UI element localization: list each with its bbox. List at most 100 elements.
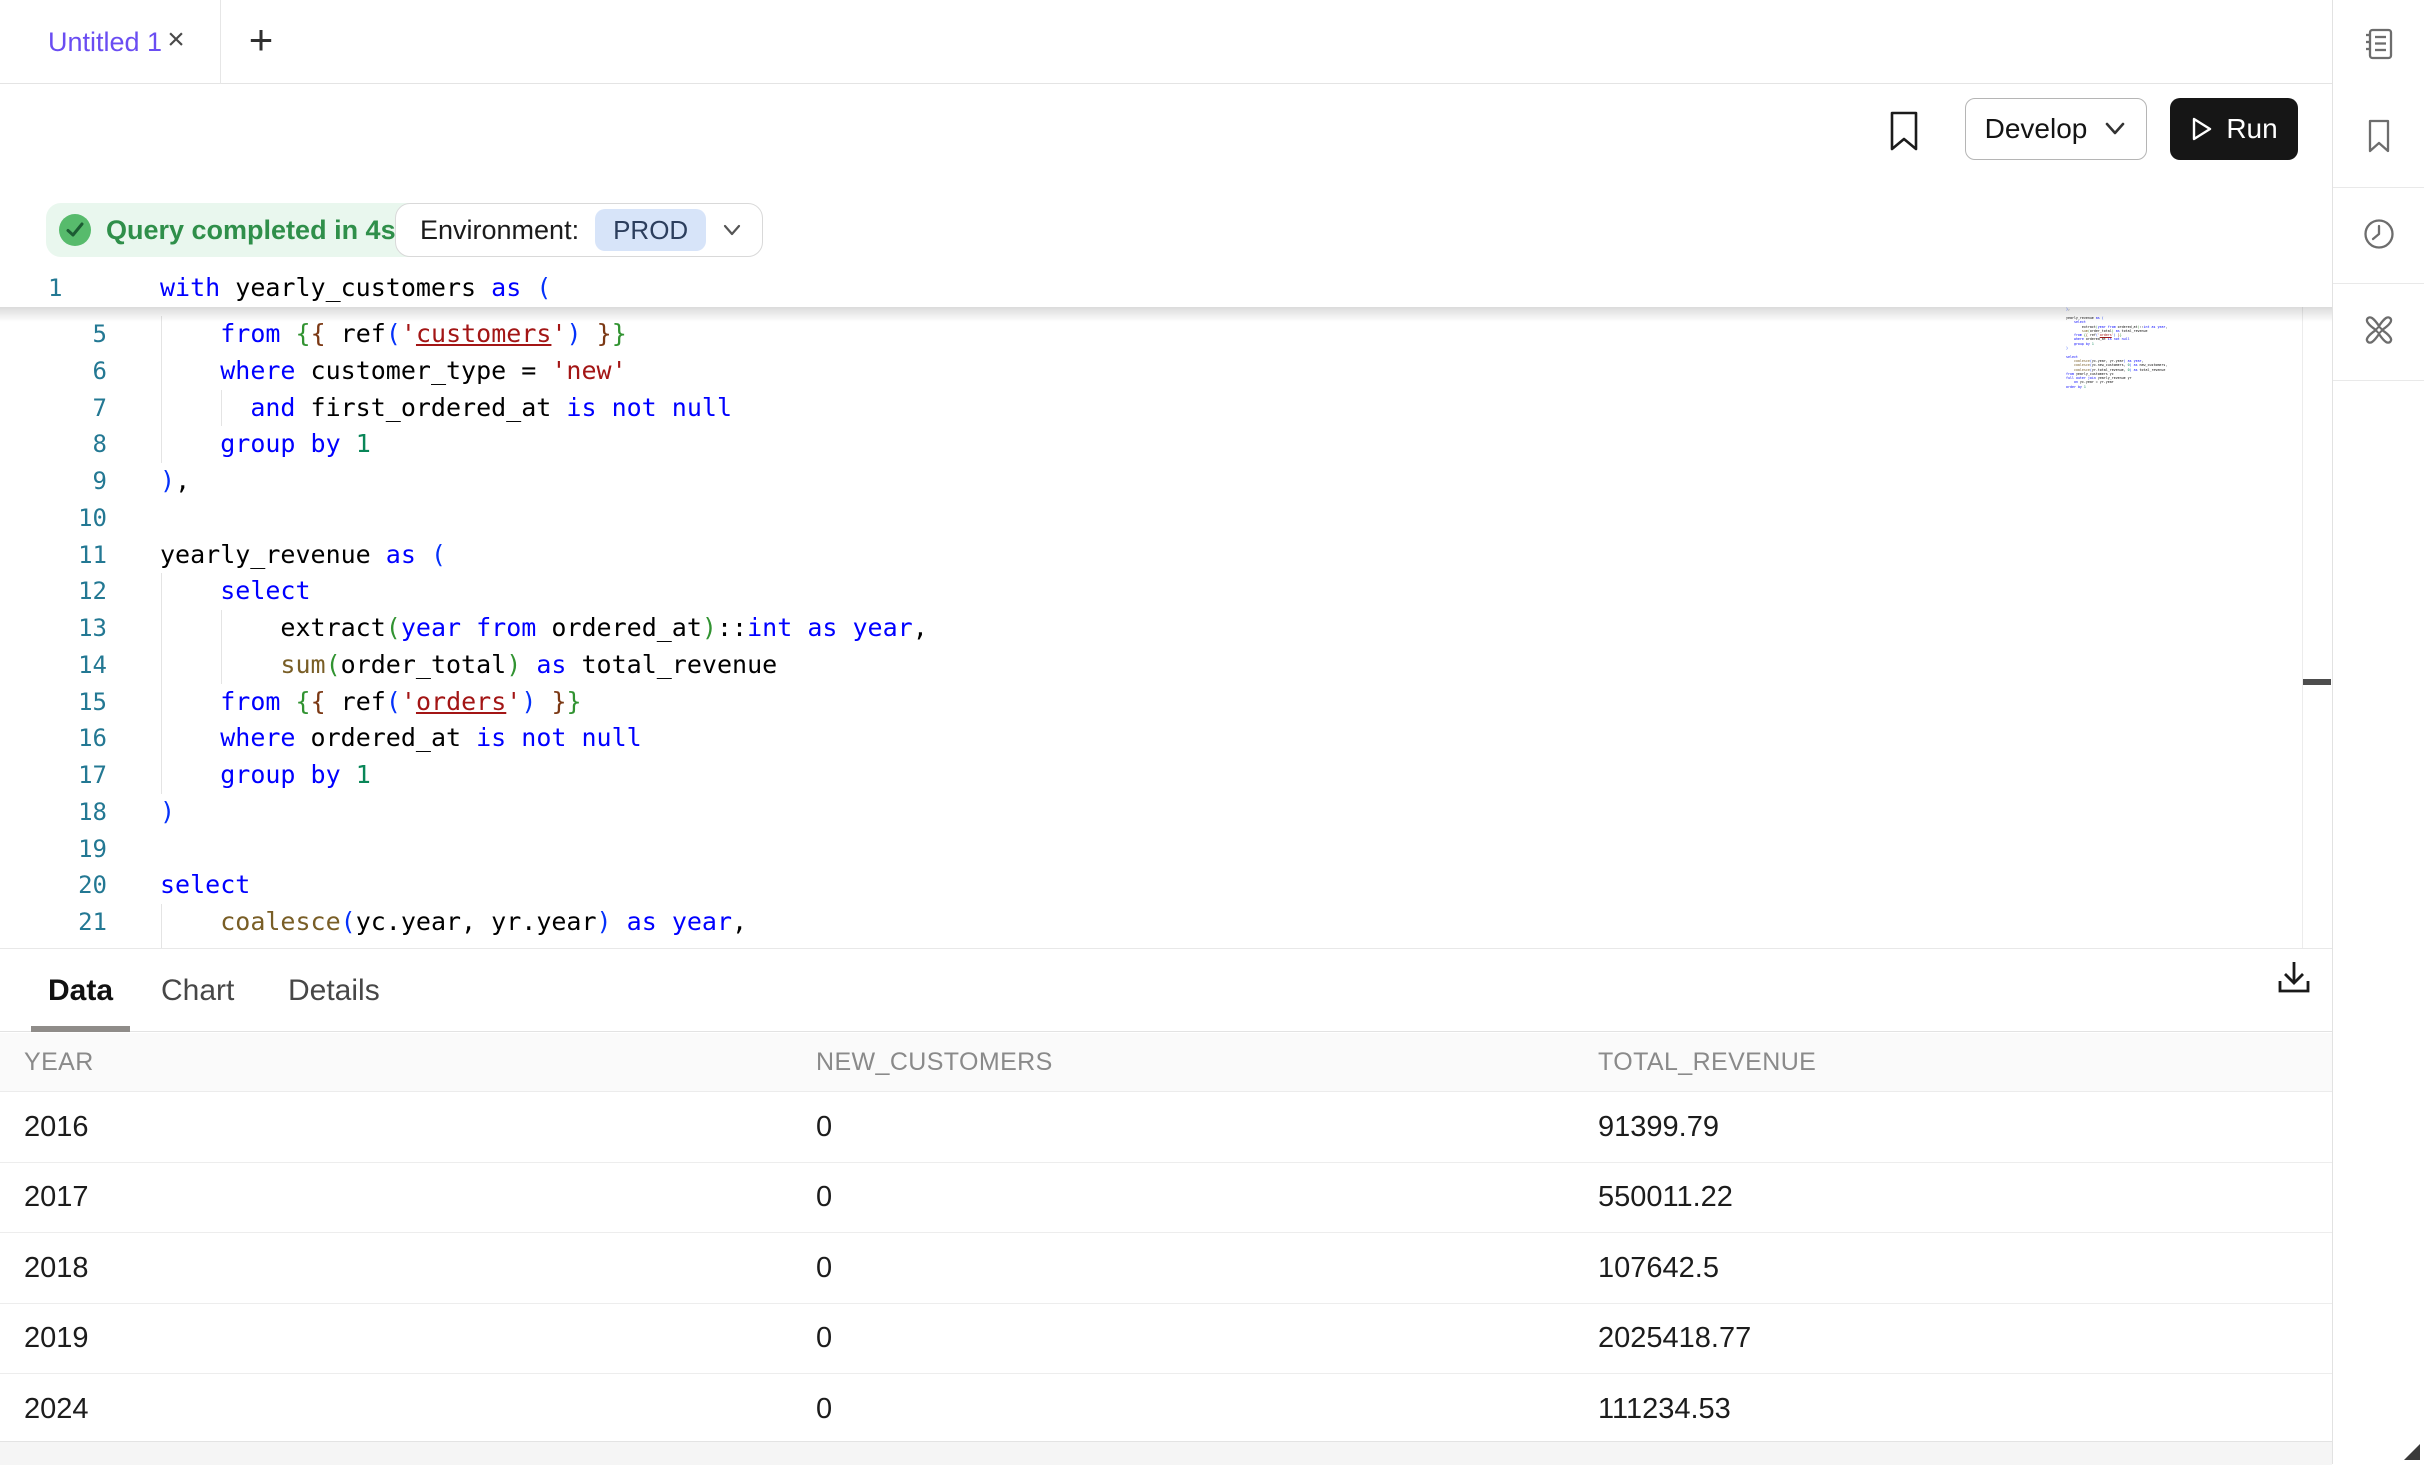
code-line-9: 9), <box>0 463 2332 500</box>
minimap-line: order by 1 <box>2066 385 2206 389</box>
horizontal-scrollbar-track[interactable] <box>0 1441 2332 1465</box>
code-line-21: 21 coalesce(yc.year, yr.year) as year, <box>0 904 2332 941</box>
code-token: from <box>220 687 280 716</box>
code-line-18: 18) <box>0 794 2332 831</box>
code-token <box>506 723 521 752</box>
code-token: int <box>747 613 792 642</box>
line-number: 16 <box>0 720 107 757</box>
code-token: customers <box>416 319 551 348</box>
develop-button[interactable]: Develop <box>1965 98 2147 160</box>
code-token: ' <box>401 319 416 348</box>
code-token: order <box>2066 385 2076 389</box>
table-row-2016[interactable]: 2016091399.79 <box>0 1092 2332 1163</box>
tab-untitled-1[interactable]: Untitled 1 × <box>0 0 221 84</box>
download-button[interactable] <box>2272 957 2324 1009</box>
code-token: from <box>220 319 280 348</box>
bookmark-button[interactable] <box>1884 109 1924 153</box>
code-editor[interactable]: 5 from {{ ref('customers') }}6 where cus… <box>0 270 2332 948</box>
cell: 0 <box>816 1233 832 1304</box>
cell: 0 <box>816 1304 832 1375</box>
history-icon[interactable] <box>2361 216 2397 252</box>
code-token: null <box>582 723 642 752</box>
check-circle-icon <box>58 213 92 247</box>
code-token <box>160 356 220 385</box>
develop-label: Develop <box>1985 113 2088 145</box>
code-token: } <box>612 319 627 348</box>
divider <box>2333 380 2424 381</box>
code-token <box>837 613 852 642</box>
logo-x-icon[interactable] <box>2361 312 2397 348</box>
table-row-2018[interactable]: 20180107642.5 <box>0 1233 2332 1304</box>
code-token: 1 <box>2092 342 2094 346</box>
bookmark-icon[interactable] <box>2361 118 2397 154</box>
code-token: first_ordered_at <box>295 393 566 422</box>
run-button[interactable]: Run <box>2170 98 2298 160</box>
code-line-7: 7 and first_ordered_at is not null <box>0 390 2332 427</box>
table-row-2024[interactable]: 20240111234.53 <box>0 1374 2332 1445</box>
code-token: ) <box>160 797 175 826</box>
code-token <box>160 429 220 458</box>
cell: 111234.53 <box>1598 1374 1731 1445</box>
code-token <box>536 687 551 716</box>
column-header-new_customers[interactable]: NEW_CUSTOMERS <box>816 1033 1053 1092</box>
line-number: 1 <box>48 270 108 307</box>
column-header-year[interactable]: YEAR <box>24 1033 94 1092</box>
line-number: 10 <box>0 500 107 537</box>
code-token: , <box>913 613 928 642</box>
query-status-badge: Query completed in 4s <box>46 203 424 257</box>
code-token: group <box>220 429 295 458</box>
code-token: not <box>612 393 657 422</box>
environment-label: Environment: <box>420 215 579 246</box>
code-token: ) <box>702 613 717 642</box>
code-token <box>160 576 220 605</box>
sticky-scroll-line[interactable]: 1with yearly_customers as ( <box>0 270 2332 307</box>
line-number: 9 <box>0 463 107 500</box>
close-icon[interactable]: × <box>158 22 194 58</box>
code-token <box>160 723 220 752</box>
environment-select[interactable]: Environment: PROD <box>395 203 763 257</box>
code-token: ' <box>506 687 521 716</box>
code-token: customer_type = <box>295 356 551 385</box>
column-header-total_revenue[interactable]: TOTAL_REVENUE <box>1598 1033 1816 1092</box>
code-token: total_revenue <box>2138 368 2166 372</box>
new-tab-button[interactable]: + <box>236 16 286 66</box>
play-icon <box>2190 116 2214 142</box>
cell: 107642.5 <box>1598 1233 1719 1304</box>
code-token: by <box>311 760 341 789</box>
code-token: select <box>160 870 250 899</box>
code-token: ' <box>551 319 566 348</box>
code-token: ) <box>506 650 521 679</box>
results-tab-data[interactable]: Data <box>48 949 113 1032</box>
code-token: ) <box>567 319 582 348</box>
cell: 2019 <box>24 1304 89 1375</box>
code-token: ( <box>536 273 551 302</box>
table-row-2017[interactable]: 20170550011.22 <box>0 1163 2332 1234</box>
table-row-2019[interactable]: 201902025418.77 <box>0 1304 2332 1375</box>
code-token: ' <box>401 687 416 716</box>
code-token: ) <box>521 687 536 716</box>
code-token: ref <box>326 319 386 348</box>
code-line-12: 12 select <box>0 573 2332 610</box>
code-token: ( <box>386 613 401 642</box>
results-tab-chart[interactable]: Chart <box>161 949 234 1032</box>
code-token: } <box>567 687 582 716</box>
code-token <box>612 907 627 936</box>
line-number: 11 <box>0 537 107 574</box>
environment-value-badge: PROD <box>595 209 706 251</box>
results-tab-details[interactable]: Details <box>288 949 380 1032</box>
code-token: sum <box>280 650 325 679</box>
code-token <box>521 650 536 679</box>
code-token <box>657 907 672 936</box>
overview-ruler-cursor-marker[interactable] <box>2303 679 2331 685</box>
tab-bar: Untitled 1 × + <box>0 0 2424 84</box>
code-line-6: 6 where customer_type = 'new' <box>0 353 2332 390</box>
code-token: yearly_revenue <box>160 540 386 569</box>
code-token: group <box>2074 342 2084 346</box>
code-token: total_revenue <box>2120 329 2148 333</box>
notebook-icon[interactable] <box>2361 26 2397 62</box>
line-number: 15 <box>0 684 107 721</box>
code-line-13: 13 extract(year from ordered_at)::int as… <box>0 610 2332 647</box>
code-token: as <box>807 613 837 642</box>
resize-grip[interactable] <box>2404 1444 2420 1460</box>
code-token <box>295 760 310 789</box>
